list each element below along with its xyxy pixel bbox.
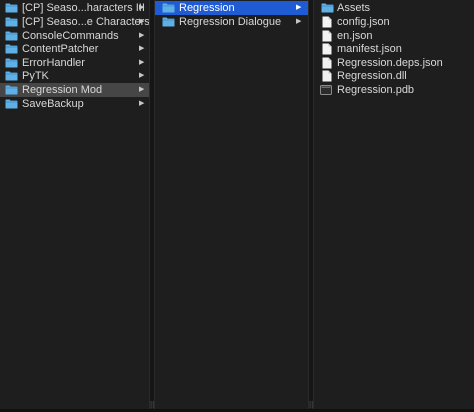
chevron-right-icon: ▶ [139,18,145,25]
list-item-regression-mod[interactable]: Regression Mod ▶ [0,83,149,97]
list-item-label: PyTK [22,70,49,82]
chevron-right-icon: ▶ [296,18,302,25]
list-item-label: [CP] Seaso...haracters III [22,2,145,14]
folder-icon [5,44,18,54]
list-item-regression-deps-json[interactable]: Regression.deps.json [314,56,474,70]
list-item-regression-dialogue[interactable]: Regression Dialogue ▶ [155,15,308,29]
list-item-label: Regression Dialogue [179,16,282,28]
column-regression-mod[interactable]: Regression ▶ Regression Dialogue ▶ [155,0,308,412]
folder-icon [5,17,18,27]
list-item-en-json[interactable]: en.json [314,29,474,43]
list-item-regression-dll[interactable]: Regression.dll [314,69,474,83]
document-icon [322,43,332,55]
chevron-right-icon: ▶ [139,86,145,93]
folder-icon [5,58,18,68]
list-item-label: manifest.json [337,43,402,55]
list-item-errorhandler[interactable]: ErrorHandler ▶ [0,56,149,70]
list-item-regression[interactable]: Regression ▶ [155,1,308,15]
list-item-savebackup[interactable]: SaveBackup ▶ [0,97,149,111]
column-resize-handle[interactable]: || [150,401,154,409]
list-item-label: Regression.deps.json [337,57,443,69]
folder-icon [162,3,175,13]
chevron-right-icon: ▶ [139,59,145,66]
list-item-label: config.json [337,16,390,28]
list-item-label: [CP] Seaso...e Characters [22,16,149,28]
list-item-regression-pdb[interactable]: Regression.pdb [314,83,474,97]
document-icon [322,16,332,28]
list-item-pytk[interactable]: PyTK ▶ [0,69,149,83]
column-resize-handle[interactable]: || [309,401,313,409]
column-browser: [CP] Seaso...haracters III ▶ [CP] Seaso.… [0,0,474,412]
list-item-assets[interactable]: Assets [314,1,474,15]
list-item-label: Regression Mod [22,84,103,96]
folder-icon [5,3,18,13]
list-item-config-json[interactable]: config.json [314,15,474,29]
list-item-label: Regression.pdb [337,84,415,96]
chevron-right-icon: ▶ [139,100,145,107]
list-item-label: Assets [337,2,371,14]
document-icon [322,70,332,82]
list-item-label: SaveBackup [22,98,84,110]
list-item-label: ErrorHandler [22,57,85,69]
list-item-label: Regression.dll [337,70,407,82]
folder-icon [5,31,18,41]
folder-icon [5,71,18,81]
chevron-right-icon: ▶ [139,45,145,52]
folder-icon [5,99,18,109]
chevron-right-icon: ▶ [139,72,145,79]
list-item-contentpatcher[interactable]: ContentPatcher ▶ [0,42,149,56]
list-item-label: ConsoleCommands [22,30,119,42]
folder-icon [5,85,18,95]
chevron-right-icon: ▶ [139,32,145,39]
list-item-label: ContentPatcher [22,43,99,55]
list-item-cp-seasonal-characters[interactable]: [CP] Seaso...e Characters ▶ [0,15,149,29]
folder-icon [162,17,175,27]
chevron-right-icon: ▶ [139,4,145,11]
document-icon [322,30,332,42]
list-item-label: Regression [179,2,235,14]
column-mods[interactable]: [CP] Seaso...haracters III ▶ [CP] Seaso.… [0,0,149,412]
document-icon [322,57,332,69]
list-item-manifest-json[interactable]: manifest.json [314,42,474,56]
chevron-right-icon: ▶ [296,4,302,11]
binary-file-icon [320,85,332,95]
list-item-cp-seasonal-characters-iii[interactable]: [CP] Seaso...haracters III ▶ [0,1,149,15]
column-regression[interactable]: Assets config.json en.json manifest.json… [314,0,474,412]
list-item-consolecommands[interactable]: ConsoleCommands ▶ [0,29,149,43]
list-item-label: en.json [337,30,373,42]
folder-icon [321,3,334,13]
